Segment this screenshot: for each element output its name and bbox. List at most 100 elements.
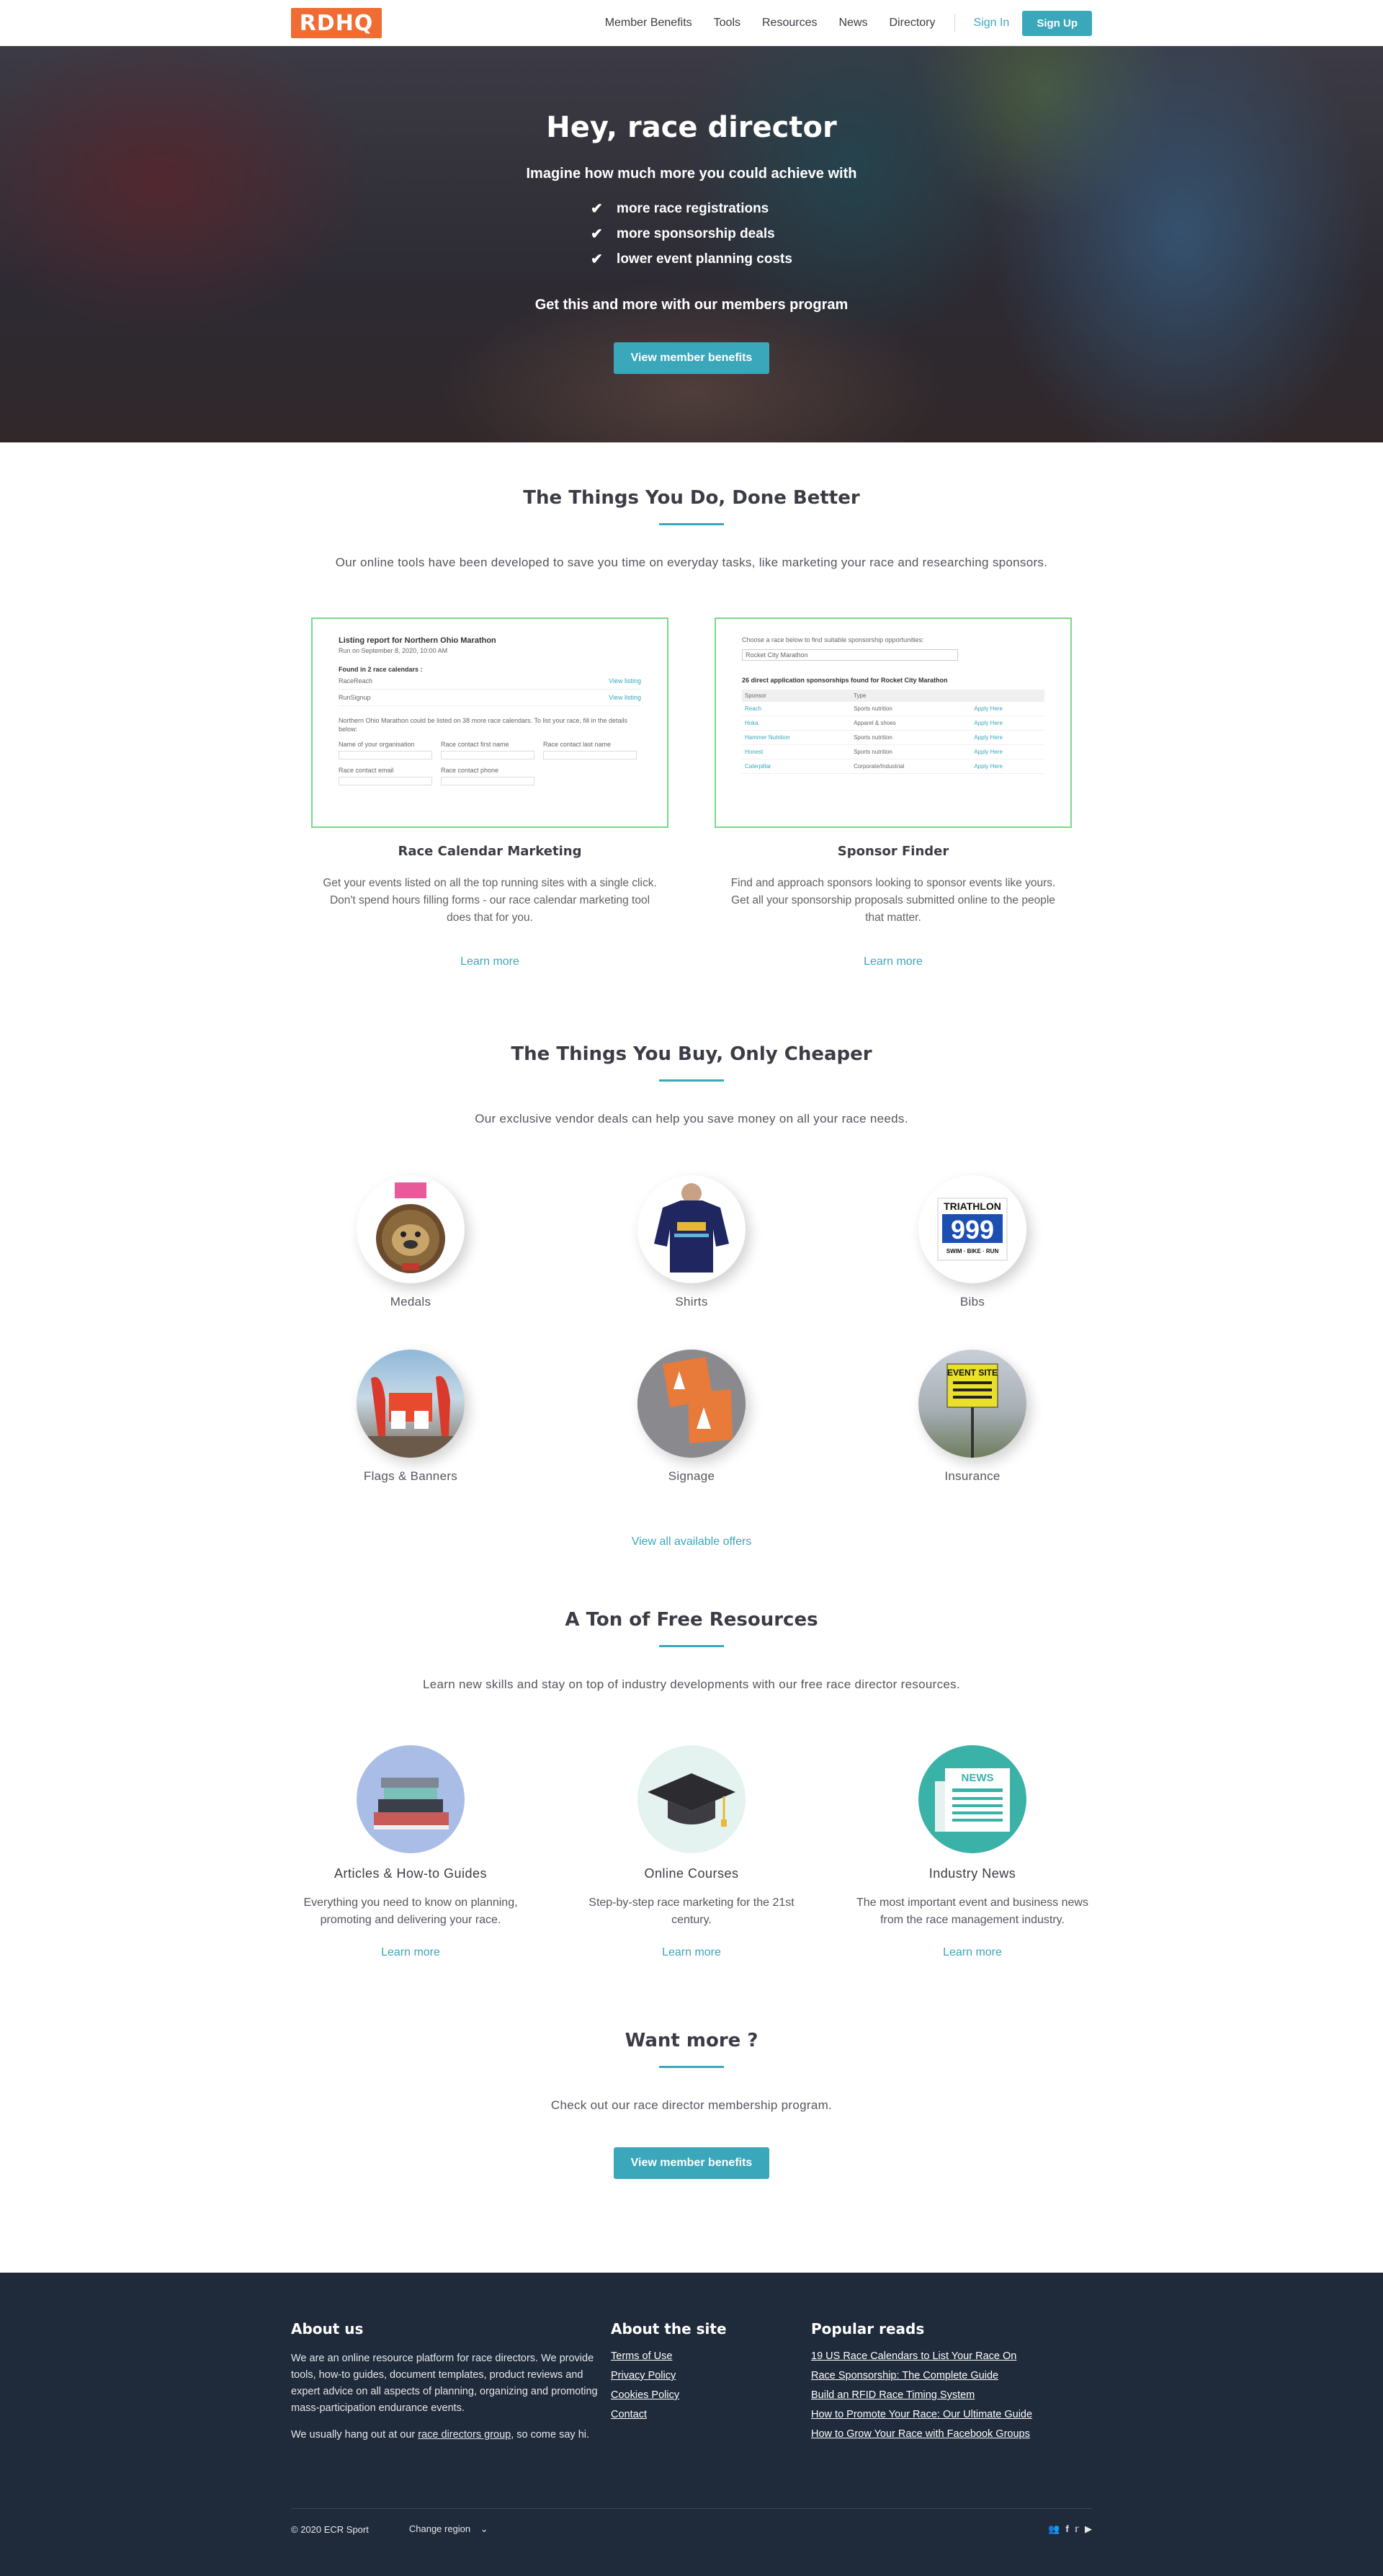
vendor-shirts[interactable]: Shirts xyxy=(583,1175,800,1309)
facebook-icon[interactable]: f xyxy=(1065,2523,1068,2535)
tool-card-sponsor-finder: Choose a race below to find suitable spo… xyxy=(713,618,1073,968)
vendor-insurance[interactable]: EVENT SITE Insurance xyxy=(864,1350,1080,1484)
resource-description: Step-by-step race marketing for the 21st… xyxy=(588,1897,795,1926)
hero-member-benefits-button[interactable]: View member benefits xyxy=(613,342,770,374)
resource-news: NEWS Industry News The most important ev… xyxy=(850,1745,1095,1959)
benefit-item: ✔ more race registrations xyxy=(591,200,792,218)
vendor-medals[interactable]: Medals xyxy=(303,1175,519,1309)
sponsor-finder-learn-more-link[interactable]: Learn more xyxy=(713,955,1073,968)
nav-resources[interactable]: Resources xyxy=(762,17,817,30)
shot-subheading: Run on September 8, 2020, 10:00 AM xyxy=(339,647,448,654)
tools-title: The Things You Do, Done Better xyxy=(523,487,860,509)
sponsor-finder-screenshot: Choose a race below to find suitable spo… xyxy=(715,618,1072,828)
resource-title: Online Courses xyxy=(644,1866,739,1881)
footer-heading: About the site xyxy=(611,2320,727,2337)
vendor-flags-banners[interactable]: Flags & Banners xyxy=(303,1350,519,1484)
graduation-cap-icon xyxy=(637,1745,746,1853)
race-calendar-screenshot: Listing report for Northern Ohio Maratho… xyxy=(311,618,668,828)
want-more-section: Want more ? Check out our race director … xyxy=(0,1959,1383,2273)
courses-learn-more-link[interactable]: Learn more xyxy=(569,1946,814,1959)
svg-text:TRIATHLON: TRIATHLON xyxy=(944,1200,1001,1212)
vendor-label: Flags & Banners xyxy=(363,1469,458,1483)
nav-tools[interactable]: Tools xyxy=(714,17,740,30)
tool-description: Find and approach sponsors looking to sp… xyxy=(730,877,1056,924)
social-links: 👥 f 𝕣 ▶ xyxy=(1048,2523,1092,2535)
hero-title: Hey, race director xyxy=(546,111,837,144)
vendor-label: Bibs xyxy=(959,1295,985,1309)
logo-text: RDHQ xyxy=(299,10,374,36)
nav-member-benefits[interactable]: Member Benefits xyxy=(605,17,692,30)
benefit-item: ✔ lower event planning costs xyxy=(591,250,792,268)
view-all-offers-link[interactable]: View all available offers xyxy=(632,1536,752,1548)
resources-title: A Ton of Free Resources xyxy=(565,1609,818,1631)
vendor-label: Insurance xyxy=(944,1469,1001,1483)
tool-title: Race Calendar Marketing xyxy=(398,844,582,859)
youtube-icon[interactable]: ▶ xyxy=(1085,2523,1092,2535)
sign-in-link[interactable]: Sign In xyxy=(974,17,1010,30)
cookies-link[interactable]: Cookies Policy xyxy=(611,2389,811,2401)
shot-prompt: Choose a race below to find suitable spo… xyxy=(742,636,924,643)
resource-articles: Articles & How-to Guides Everything you … xyxy=(288,1745,533,1959)
twitter-icon[interactable]: 𝕣 xyxy=(1075,2523,1079,2535)
footer-bottom-bar: © 2020 ECR Sport Change region ⌄ 👥 f 𝕣 ▶ xyxy=(291,2508,1092,2535)
terms-link[interactable]: Terms of Use xyxy=(611,2350,811,2362)
group-icon[interactable]: 👥 xyxy=(1048,2523,1060,2535)
popular-read-link[interactable]: 19 US Race Calendars to List Your Race O… xyxy=(811,2350,1032,2362)
main-nav: Member Benefits Tools Resources News Dir… xyxy=(583,10,1092,36)
medal-image xyxy=(357,1175,465,1283)
sign-up-button[interactable]: Sign Up xyxy=(1022,10,1092,36)
race-directors-group-link[interactable]: race directors group xyxy=(418,2429,511,2441)
benefit-text: lower event planning costs xyxy=(617,251,792,267)
resources-intro: Learn new skills and stay on top of indu… xyxy=(423,1677,960,1691)
shot-heading: Listing report for Northern Ohio Maratho… xyxy=(339,636,496,645)
contact-link[interactable]: Contact xyxy=(611,2409,811,2420)
vendor-signage[interactable]: Signage xyxy=(583,1350,800,1484)
benefit-item: ✔ more sponsorship deals xyxy=(591,225,792,243)
benefit-text: more race registrations xyxy=(617,200,769,216)
svg-text:EVENT SITE: EVENT SITE xyxy=(947,1368,998,1378)
tools-section: The Things You Do, Done Better Our onlin… xyxy=(0,442,1383,968)
flags-image xyxy=(357,1350,465,1458)
shot-found: 26 direct application sponsorships found… xyxy=(742,677,948,684)
shot-row: RaceReach View listing xyxy=(339,673,641,690)
nav-news[interactable]: News xyxy=(838,17,867,30)
vendor-bibs[interactable]: TRIATHLON 999 SWIM · BIKE · RUN Bibs xyxy=(864,1175,1080,1309)
nav-directory[interactable]: Directory xyxy=(890,17,936,30)
logo[interactable]: RDHQ xyxy=(291,8,382,38)
vendor-intro: Our exclusive vendor deals can help you … xyxy=(475,1112,908,1126)
title-underline xyxy=(659,1079,724,1082)
member-benefits-button[interactable]: View member benefits xyxy=(613,2147,770,2179)
want-more-intro: Check out our race director membership p… xyxy=(550,2098,833,2112)
popular-read-link[interactable]: How to Promote Your Race: Our Ultimate G… xyxy=(811,2409,1032,2420)
title-underline xyxy=(659,2066,724,2068)
popular-read-link[interactable]: How to Grow Your Race with Facebook Grou… xyxy=(811,2428,1032,2440)
shot-fields: Race contact email Race contact phone xyxy=(339,767,641,785)
copyright: © 2020 ECR Sport xyxy=(291,2523,369,2535)
change-region-dropdown[interactable]: Change region ⌄ xyxy=(409,2523,488,2535)
check-icon: ✔ xyxy=(591,201,603,217)
popular-read-link[interactable]: Build an RFID Race Timing System xyxy=(811,2389,1032,2401)
shot-note: Northern Ohio Marathon could be listed o… xyxy=(339,717,628,733)
signage-image xyxy=(637,1350,746,1458)
site-footer: About us We are an online resource platf… xyxy=(0,2273,1383,2576)
vendor-title: The Things You Buy, Only Cheaper xyxy=(511,1043,872,1065)
resource-title: Articles & How-to Guides xyxy=(334,1866,488,1881)
hangout-text: We usually hang out at our race director… xyxy=(291,2429,590,2441)
footer-about: About us We are an online resource platf… xyxy=(291,2320,611,2448)
popular-read-link[interactable]: Race Sponsorship: The Complete Guide xyxy=(811,2370,1032,2381)
benefit-text: more sponsorship deals xyxy=(617,226,775,241)
footer-heading: About us xyxy=(291,2320,364,2337)
svg-text:NEWS: NEWS xyxy=(962,1772,994,1784)
shot-found: Found in 2 race calendars : xyxy=(339,666,423,673)
hero-banner: Hey, race director Imagine how much more… xyxy=(0,46,1383,442)
vendor-label: Shirts xyxy=(675,1295,708,1309)
privacy-link[interactable]: Privacy Policy xyxy=(611,2370,811,2381)
resource-description: The most important event and business ne… xyxy=(856,1897,1088,1926)
articles-learn-more-link[interactable]: Learn more xyxy=(288,1946,533,1959)
vendor-deals-section: The Things You Buy, Only Cheaper Our exc… xyxy=(0,968,1383,1548)
tool-card-race-calendar: Listing report for Northern Ohio Maratho… xyxy=(310,618,670,968)
news-learn-more-link[interactable]: Learn more xyxy=(850,1946,1095,1959)
tools-intro: Our online tools have been developed to … xyxy=(335,556,1048,569)
race-calendar-learn-more-link[interactable]: Learn more xyxy=(310,955,670,968)
resources-section: A Ton of Free Resources Learn new skills… xyxy=(0,1548,1383,1959)
